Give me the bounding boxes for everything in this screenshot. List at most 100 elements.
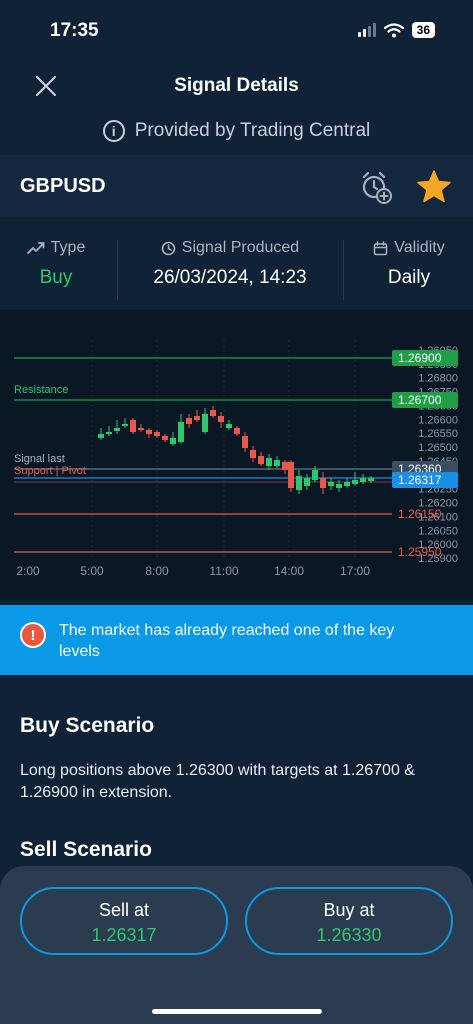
chart-svg: Resistance Signal last Support | Pivot 1… — [14, 340, 458, 578]
add-alert-button[interactable] — [358, 169, 394, 205]
candle-body — [328, 482, 334, 486]
candle-body — [138, 428, 144, 430]
calendar-icon — [374, 240, 388, 255]
time-axis-label: 2:00 — [16, 564, 40, 578]
symbol-bar: GBPUSD — [0, 155, 473, 217]
status-time: 17:35 — [50, 20, 99, 41]
candle-body — [194, 416, 200, 420]
candle-body — [320, 478, 326, 488]
time-axis: 2:00 5:00 8:00 11:00 14:00 17:00 — [16, 564, 370, 578]
divider — [343, 240, 344, 300]
candle-body — [130, 420, 136, 432]
support-pivot-label: Support | Pivot — [14, 465, 86, 477]
candle-body — [202, 414, 208, 432]
buy-label: Buy at — [323, 900, 375, 920]
produced-value: 26/03/2024, 14:23 — [153, 267, 307, 288]
alert-text: The market has already reached one of th… — [59, 622, 395, 660]
signal-info-row: Type Buy Signal Produced 26/03/2024, 14:… — [0, 225, 473, 305]
candle-body — [210, 410, 216, 416]
buy-price: 1.26330 — [316, 925, 382, 945]
candle-body — [114, 428, 120, 431]
price-axis-label: 1.26500 — [418, 442, 458, 454]
sell-price: 1.26317 — [91, 925, 157, 945]
level-tag: 1.26317 — [398, 473, 442, 487]
validity-value: Daily — [387, 267, 431, 288]
candle-body — [226, 424, 232, 428]
trend-up-icon — [26, 242, 45, 254]
price-axis-label: 1.26550 — [418, 428, 458, 440]
candle-body — [282, 462, 288, 470]
price-axis-label: 1.26800 — [418, 373, 458, 385]
wifi-icon — [383, 22, 404, 37]
produced-label: Signal Produced — [181, 239, 300, 256]
candle-body — [218, 416, 224, 422]
candle-body — [186, 418, 192, 424]
price-axis-label: 1.26050 — [418, 525, 458, 537]
favorite-button[interactable] — [415, 168, 453, 206]
trade-action-bar: Sell at 1.26317 Buy at 1.26330 — [0, 866, 473, 1024]
sell-label: Sell at — [98, 900, 150, 920]
level-tag: 1.25950 — [398, 545, 442, 559]
alert-icon: ! — [20, 622, 46, 648]
page-title: Signal Details — [174, 75, 299, 96]
candle-body — [258, 456, 264, 464]
candle-body — [242, 436, 248, 448]
candles — [98, 406, 374, 494]
buy-button[interactable]: Buy at 1.26330 — [245, 887, 453, 955]
validity-label: Validity — [394, 239, 445, 256]
provider-label: Provided by Trading Central — [134, 120, 371, 141]
price-chart[interactable]: Resistance Signal last Support | Pivot 1… — [0, 310, 473, 600]
alert-banner: ! The market has already reached one of … — [0, 605, 473, 675]
sell-scenario-title: Sell Scenario — [20, 838, 152, 861]
status-bar: 17:35 36 — [0, 0, 473, 60]
home-indicator[interactable] — [152, 1009, 322, 1014]
candle-body — [250, 450, 256, 458]
candle-body — [178, 422, 184, 442]
candle-body — [154, 432, 160, 436]
candle-body — [170, 438, 176, 444]
candle-body — [162, 436, 168, 440]
candle-body — [360, 478, 366, 482]
info-icon: i — [102, 120, 125, 142]
candle-body — [106, 432, 112, 434]
candle-body — [98, 434, 104, 438]
resistance-label: Resistance — [14, 384, 68, 396]
candle-body — [122, 424, 128, 426]
produced-column: Signal Produced 26/03/2024, 14:23 — [118, 239, 342, 289]
level-tag: 1.26700 — [398, 393, 442, 407]
sell-button[interactable]: Sell at 1.26317 — [20, 887, 228, 955]
provider-info[interactable]: i Provided by Trading Central — [0, 120, 473, 142]
alarm-clock-add-icon — [362, 171, 392, 204]
type-column: Type Buy — [14, 239, 98, 289]
symbol-name: GBPUSD — [20, 175, 106, 197]
header: Signal Details i Provided by Trading Cen… — [0, 60, 473, 150]
candle-body — [288, 462, 294, 488]
candle-body — [296, 476, 302, 490]
type-value: Buy — [39, 267, 73, 288]
buy-scenario-text: Long positions above 1.26300 with target… — [20, 762, 415, 801]
time-axis-label: 5:00 — [80, 564, 104, 578]
level-tag: 1.26900 — [398, 351, 442, 365]
time-axis-label: 17:00 — [340, 564, 370, 578]
time-axis-label: 11:00 — [209, 564, 238, 578]
candle-body — [146, 430, 152, 434]
cellular-signal-icon — [357, 23, 376, 37]
candle-body — [344, 482, 350, 486]
candle-body — [368, 478, 374, 481]
candle-body — [234, 428, 240, 434]
candle-body — [304, 478, 310, 486]
battery-icon: 36 — [411, 22, 435, 38]
buy-scenario-title: Buy Scenario — [20, 714, 155, 737]
type-label: Type — [50, 239, 86, 256]
star-icon — [417, 170, 451, 203]
status-icons: 36 — [357, 22, 435, 38]
clock-icon — [161, 241, 176, 255]
time-axis-label: 8:00 — [145, 564, 169, 578]
candle-body — [274, 460, 280, 466]
level-tag: 1.26150 — [398, 507, 442, 521]
validity-column: Validity Daily — [345, 239, 473, 289]
candle-body — [352, 480, 358, 484]
candle-body — [312, 470, 318, 480]
time-axis-label: 14:00 — [274, 564, 304, 578]
candle-body — [336, 484, 342, 488]
